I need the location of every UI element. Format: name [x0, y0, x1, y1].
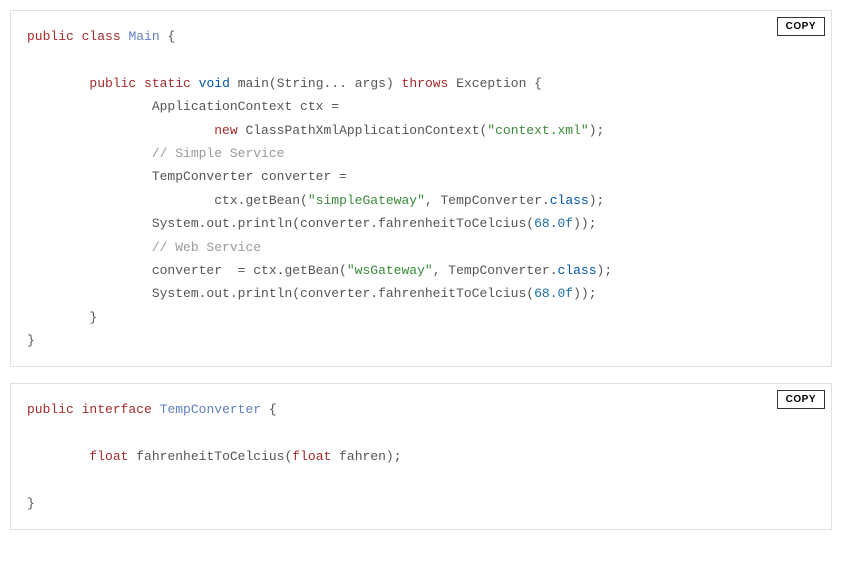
- code-text: , TempConverter.: [433, 263, 558, 278]
- code-line: // Simple Service: [11, 142, 831, 165]
- space: [152, 402, 160, 417]
- exception-decl: Exception {: [448, 76, 542, 91]
- keyword-static: static: [144, 76, 191, 91]
- interface-name: TempConverter: [160, 402, 261, 417]
- keyword-public: public: [27, 402, 74, 417]
- code-blank-line: [11, 422, 831, 445]
- code-line: new ClassPathXmlApplicationContext("cont…: [11, 119, 831, 142]
- copy-button[interactable]: COPY: [777, 17, 825, 36]
- code-line: ApplicationContext ctx =: [11, 95, 831, 118]
- indent: [27, 76, 89, 91]
- indent: [27, 123, 214, 138]
- code-block-2: COPY public interface TempConverter { fl…: [10, 383, 832, 530]
- keyword-float: float: [89, 449, 128, 464]
- keyword-void: void: [199, 76, 230, 91]
- keyword-public: public: [27, 29, 74, 44]
- code-line: }: [11, 492, 831, 515]
- number-literal: 68.0f: [534, 216, 573, 231]
- number-literal: 68.0f: [534, 286, 573, 301]
- class-name: Main: [128, 29, 159, 44]
- string-literal: "wsGateway": [347, 263, 433, 278]
- keyword-float: float: [292, 449, 331, 464]
- code-text: );: [597, 263, 613, 278]
- class-literal: class: [550, 193, 589, 208]
- code-line: }: [11, 329, 831, 352]
- indent: [27, 193, 214, 208]
- brace: }: [27, 496, 35, 511]
- param-name: fahren);: [339, 449, 401, 464]
- indent: [27, 99, 152, 114]
- code-block-1: COPY public class Main { public static v…: [10, 10, 832, 367]
- class-literal: class: [558, 263, 597, 278]
- indent: [27, 169, 152, 184]
- code-text: , TempConverter.: [425, 193, 550, 208]
- string-literal: "context.xml": [487, 123, 588, 138]
- code-text: );: [589, 123, 605, 138]
- code-line: System.out.println(converter.fahrenheitT…: [11, 212, 831, 235]
- code-text: ));: [573, 286, 596, 301]
- comment: // Simple Service: [152, 146, 285, 161]
- space: [136, 76, 144, 91]
- indent: [27, 240, 152, 255]
- method-name: main: [238, 76, 269, 91]
- keyword-new: new: [214, 123, 237, 138]
- params: (String... args): [269, 76, 402, 91]
- keyword-class: class: [82, 29, 121, 44]
- code-line: public class Main {: [11, 25, 831, 48]
- space: [230, 76, 238, 91]
- code-text: ctx.getBean(: [214, 193, 308, 208]
- method-name: fahrenheitToCelcius: [136, 449, 284, 464]
- space: [191, 76, 199, 91]
- indent: [27, 310, 89, 325]
- code-blank-line: [11, 469, 831, 492]
- code-line: }: [11, 306, 831, 329]
- indent: [27, 146, 152, 161]
- code-text: System.out.println(converter.fahrenheitT…: [152, 216, 534, 231]
- copy-button[interactable]: COPY: [777, 390, 825, 409]
- brace: }: [27, 333, 35, 348]
- code-text: TempConverter converter =: [152, 169, 347, 184]
- keyword-interface: interface: [82, 402, 152, 417]
- code-text: );: [589, 193, 605, 208]
- indent: [27, 286, 152, 301]
- brace: {: [160, 29, 176, 44]
- code-text: System.out.println(converter.fahrenheitT…: [152, 286, 534, 301]
- code-text: ));: [573, 216, 596, 231]
- code-line: public static void main(String... args) …: [11, 72, 831, 95]
- code-line: TempConverter converter =: [11, 165, 831, 188]
- code-line: // Web Service: [11, 236, 831, 259]
- indent: [27, 449, 89, 464]
- code-line: ctx.getBean("simpleGateway", TempConvert…: [11, 189, 831, 212]
- code-text: converter = ctx.getBean(: [152, 263, 347, 278]
- brace: {: [261, 402, 277, 417]
- keyword-public: public: [89, 76, 136, 91]
- comment: // Web Service: [152, 240, 261, 255]
- code-line: converter = ctx.getBean("wsGateway", Tem…: [11, 259, 831, 282]
- string-literal: "simpleGateway": [308, 193, 425, 208]
- code-blank-line: [11, 48, 831, 71]
- space: [74, 402, 82, 417]
- constructor-call: ClassPathXmlApplicationContext(: [245, 123, 487, 138]
- indent: [27, 216, 152, 231]
- keyword-throws: throws: [402, 76, 449, 91]
- code-text: ApplicationContext ctx =: [152, 99, 339, 114]
- space: [331, 449, 339, 464]
- brace: }: [89, 310, 97, 325]
- indent: [27, 263, 152, 278]
- code-line: public interface TempConverter {: [11, 398, 831, 421]
- code-line: float fahrenheitToCelcius(float fahren);: [11, 445, 831, 468]
- code-line: System.out.println(converter.fahrenheitT…: [11, 282, 831, 305]
